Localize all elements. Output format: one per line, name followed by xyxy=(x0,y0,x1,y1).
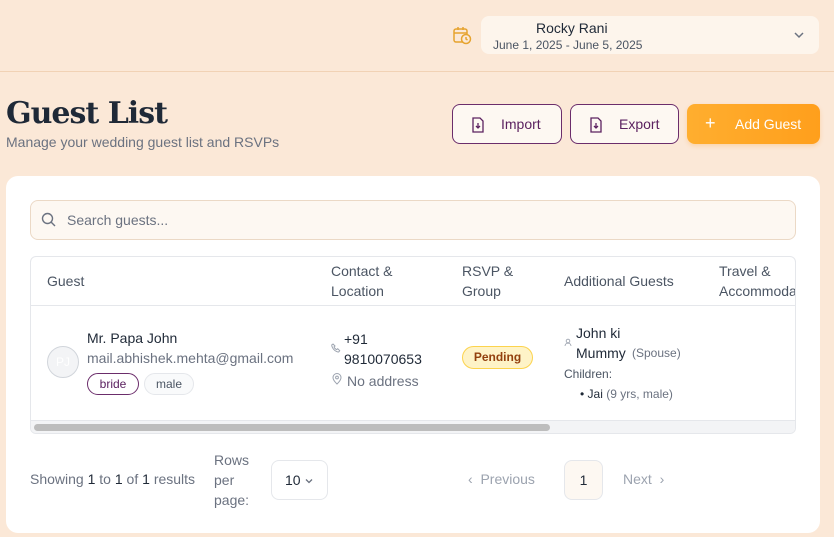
additional-guest-relation: (Spouse) xyxy=(632,346,681,360)
tag-bride: bride xyxy=(87,373,139,395)
showing-of-word: of xyxy=(126,471,139,487)
user-icon xyxy=(564,338,572,347)
rsvp-status-badge: Pending xyxy=(462,346,533,369)
column-header-guest: Guest xyxy=(47,273,85,289)
page-subtitle: Manage your wedding guest list and RSVPs xyxy=(6,134,280,150)
add-guest-label: Add Guest xyxy=(735,116,802,132)
chevron-left-icon: ‹ xyxy=(468,471,473,487)
column-header-rsvp: RSVP & Group xyxy=(462,263,514,299)
add-guest-button[interactable]: + Add Guest xyxy=(687,104,820,144)
guest-email: mail.abhishek.mehta@gmail.com xyxy=(87,350,294,366)
chevron-down-icon xyxy=(794,32,804,39)
import-button[interactable]: Import xyxy=(452,104,562,144)
avatar: PJ xyxy=(47,346,79,378)
table-header: Guest Contact & Location RSVP & Group Ad… xyxy=(31,257,796,306)
showing-to: 1 xyxy=(114,471,123,487)
search-box[interactable] xyxy=(30,200,796,240)
column-header-travel: Travel & Accommoda xyxy=(719,263,796,299)
import-label: Import xyxy=(501,116,541,132)
search-input[interactable] xyxy=(67,201,767,239)
guest-address: No address xyxy=(347,373,419,389)
chevron-right-icon: › xyxy=(659,471,665,487)
rows-per-page-label: Rows per page: xyxy=(214,452,250,508)
search-icon xyxy=(41,212,56,227)
previous-page-button[interactable]: ‹ Previous xyxy=(468,471,535,487)
top-bar: Rocky Rani June 1, 2025 - June 5, 2025 xyxy=(0,0,834,72)
plus-icon: + xyxy=(705,113,716,133)
wedding-name: Rocky Rani xyxy=(536,20,608,36)
child-detail: (9 yrs, male) xyxy=(606,387,673,401)
table-row[interactable]: PJ Mr. Papa John mail.abhishek.mehta@gma… xyxy=(31,306,795,418)
showing-results-word: results xyxy=(153,471,196,487)
file-import-icon xyxy=(472,117,484,133)
tag-gender: male xyxy=(144,373,194,395)
phone-icon xyxy=(331,343,341,353)
guest-table: Guest Contact & Location RSVP & Group Ad… xyxy=(30,256,796,434)
rows-per-page-select[interactable]: 10 xyxy=(271,460,328,500)
previous-label: Previous xyxy=(480,471,535,487)
export-label: Export xyxy=(619,116,660,132)
child-name: Jai xyxy=(587,387,603,401)
export-button[interactable]: Export xyxy=(570,104,679,144)
rows-per-page-value: 10 xyxy=(285,472,301,488)
showing-prefix: Showing xyxy=(30,471,84,487)
next-label: Next xyxy=(623,471,652,487)
wedding-selector[interactable]: Rocky Rani June 1, 2025 - June 5, 2025 xyxy=(481,16,819,54)
showing-to-word: to xyxy=(99,471,111,487)
chevron-down-icon xyxy=(305,479,313,484)
calendar-clock-icon[interactable] xyxy=(452,25,472,45)
page-title: Guest List xyxy=(6,96,168,131)
scrollbar-thumb[interactable] xyxy=(34,424,550,431)
column-header-contact: Contact & Location xyxy=(331,263,393,299)
guest-phone: +91 9810070653 xyxy=(344,331,422,367)
location-pin-icon xyxy=(332,373,342,385)
horizontal-scrollbar[interactable] xyxy=(31,420,795,433)
showing-total: 1 xyxy=(142,471,150,487)
child-item: • Jai (9 yrs, male) xyxy=(580,387,673,401)
column-header-additional-guests: Additional Guests xyxy=(564,273,674,289)
page-number-button[interactable]: 1 xyxy=(564,460,603,500)
guest-name: Mr. Papa John xyxy=(87,330,178,346)
showing-from: 1 xyxy=(87,471,96,487)
next-page-button[interactable]: Next › xyxy=(623,471,664,487)
results-summary: Showing 1 to 1 of 1 results xyxy=(30,471,195,487)
file-export-icon xyxy=(590,117,602,133)
children-label: Children: xyxy=(564,367,613,381)
wedding-dates: June 1, 2025 - June 5, 2025 xyxy=(493,38,643,52)
guest-list-card: Guest Contact & Location RSVP & Group Ad… xyxy=(6,176,820,533)
